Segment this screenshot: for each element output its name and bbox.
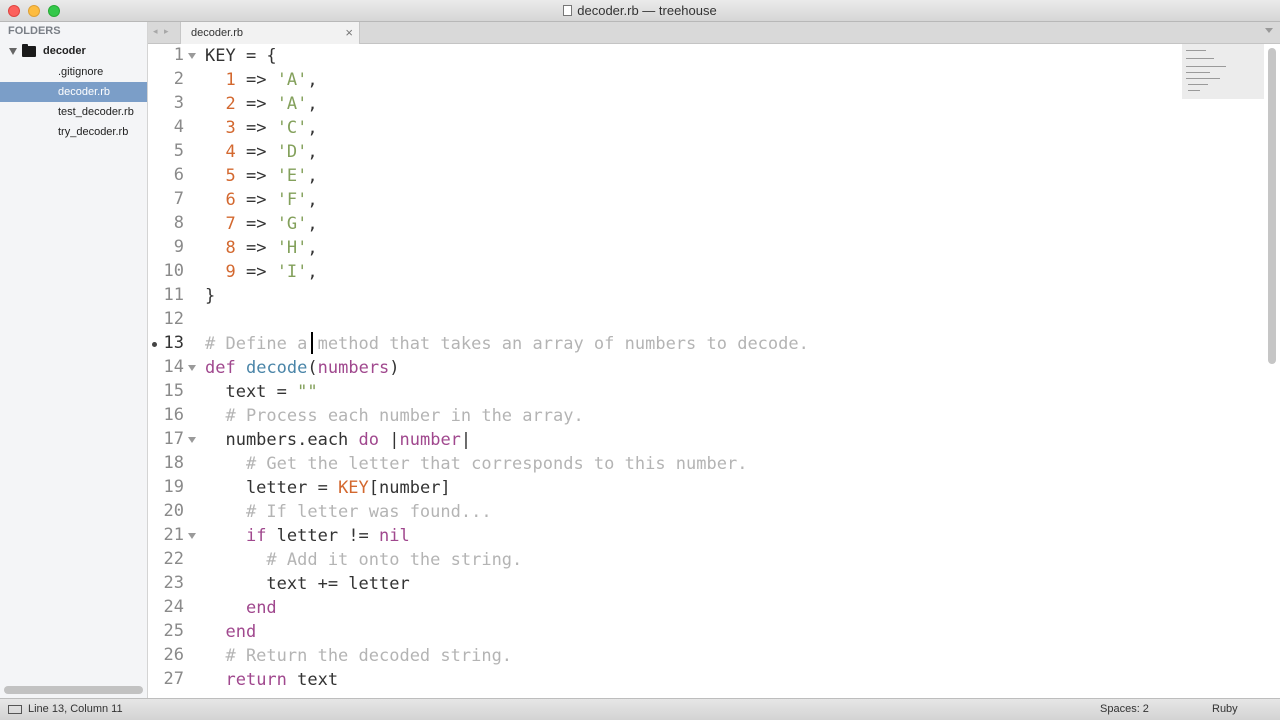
line-number: 15 — [163, 381, 184, 401]
window-title-area: decoder.rb — treehouse — [0, 0, 1280, 22]
code-line-3: 2 => 'A', — [225, 94, 318, 114]
code-line-1: KEY = { — [205, 46, 277, 66]
current-line-marker-icon — [152, 342, 157, 347]
line-number: 27 — [163, 669, 184, 689]
folder-decoder[interactable]: decoder — [0, 42, 147, 62]
code-line-16: # Process each number in the array. — [205, 406, 584, 426]
file-gitignore[interactable]: .gitignore — [0, 62, 147, 82]
code-line-9: 8 => 'H', — [225, 238, 318, 258]
cursor-position: Line 13, Column 11 — [28, 703, 123, 715]
minimap[interactable] — [1182, 44, 1264, 99]
tab-nav-arrows-icon[interactable]: ◂ ▸ — [153, 26, 171, 37]
line-number: 10 — [163, 261, 184, 281]
line-number: 4 — [173, 117, 184, 137]
tab-bar: ◂ ▸ decoder.rb × — [148, 22, 1280, 44]
indentation-setting[interactable]: Spaces: 2 — [1100, 703, 1149, 715]
sidebar: FOLDERS decoder .gitignore decoder.rb te… — [0, 22, 148, 698]
line-number: 26 — [163, 645, 184, 665]
syntax-selector[interactable]: Ruby — [1212, 703, 1238, 715]
code-line-4: 3 => 'C', — [225, 118, 318, 138]
line-number: 22 — [163, 549, 184, 569]
line-number: 24 — [163, 597, 184, 617]
fold-arrow-icon[interactable] — [188, 53, 196, 59]
code-line-8: 7 => 'G', — [225, 214, 318, 234]
disclosure-triangle-icon[interactable] — [9, 48, 17, 55]
editor-scrollbar[interactable] — [1268, 48, 1276, 364]
code-line-17: numbers.each do |number| — [205, 430, 472, 450]
code-line-6: 5 => 'E', — [225, 166, 318, 186]
line-number: 5 — [173, 141, 184, 161]
code-line-2: 1 => 'A', — [225, 70, 318, 90]
line-number: 2 — [173, 69, 184, 89]
line-number: 14 — [163, 357, 184, 377]
code-line-19: letter = KEY[number] — [205, 478, 451, 498]
panel-toggle-icon[interactable] — [8, 705, 22, 714]
code-line-24: end — [245, 598, 277, 618]
line-number: 8 — [173, 213, 184, 233]
code-line-7: 6 => 'F', — [225, 190, 318, 210]
fold-arrow-icon[interactable] — [188, 533, 196, 539]
line-number: 19 — [163, 477, 184, 497]
code-line-11: } — [205, 286, 216, 306]
code-line-25: end — [225, 622, 257, 642]
folder-label: decoder — [43, 45, 86, 57]
code-line-13: # Define a method that takes an array of… — [205, 334, 809, 354]
code-editor[interactable]: 1 2 3 4 5 6 7 8 9 10 11 12 13 14 15 16 17 18 19 20 21 22 23 24 2… — [148, 44, 1280, 698]
line-number: 9 — [173, 237, 184, 257]
code-line-5: 4 => 'D', — [225, 142, 318, 162]
folder-icon — [22, 44, 36, 57]
line-number: 1 — [173, 45, 184, 65]
status-bar: Line 13, Column 11 Spaces: 2 Ruby — [0, 698, 1280, 720]
line-number: 21 — [163, 525, 184, 545]
folders-heading: FOLDERS — [8, 25, 61, 37]
code-line-18: # Get the letter that corresponds to thi… — [205, 454, 748, 474]
tab-decoder-rb[interactable]: decoder.rb × — [180, 22, 360, 44]
fold-arrow-icon[interactable] — [188, 437, 196, 443]
text-cursor — [311, 332, 313, 354]
title-bar: decoder.rb — treehouse — [0, 0, 1280, 22]
code-line-27: return text — [225, 670, 339, 690]
line-number: 11 — [163, 285, 184, 305]
line-number: 20 — [163, 501, 184, 521]
file-test-decoder-rb[interactable]: test_decoder.rb — [0, 102, 147, 122]
code-line-21: if letter != nil — [245, 526, 410, 546]
code-line-22: # Add it onto the string. — [205, 550, 523, 570]
code-line-23: text += letter — [205, 574, 410, 594]
line-number: 17 — [163, 429, 184, 449]
tab-menu-chevron-icon[interactable] — [1265, 28, 1273, 33]
line-number: 23 — [163, 573, 184, 593]
window-title: decoder.rb — treehouse — [577, 3, 717, 18]
line-number: 16 — [163, 405, 184, 425]
line-number: 6 — [173, 165, 184, 185]
code-line-20: # If letter was found... — [205, 502, 492, 522]
document-icon — [563, 5, 573, 16]
code-line-26: # Return the decoded string. — [205, 646, 513, 666]
line-number: 18 — [163, 453, 184, 473]
line-number: 3 — [173, 93, 184, 113]
tab-close-icon[interactable]: × — [345, 25, 353, 40]
line-number-gutter: 1 2 3 4 5 6 7 8 9 10 11 12 13 14 15 16 17 18 19 20 21 22 23 24 2… — [148, 44, 200, 698]
sidebar-scrollbar[interactable] — [4, 686, 143, 694]
code-line-14: def decode(numbers) — [205, 358, 400, 378]
fold-arrow-icon[interactable] — [188, 365, 196, 371]
code-line-15: text = "" — [205, 382, 318, 402]
file-decoder-rb[interactable]: decoder.rb — [0, 82, 147, 102]
code-line-10: 9 => 'I', — [225, 262, 318, 282]
line-number: 25 — [163, 621, 184, 641]
line-number: 7 — [173, 189, 184, 209]
file-try-decoder-rb[interactable]: try_decoder.rb — [0, 122, 147, 142]
line-number: 12 — [163, 309, 184, 329]
tab-label: decoder.rb — [191, 27, 243, 39]
